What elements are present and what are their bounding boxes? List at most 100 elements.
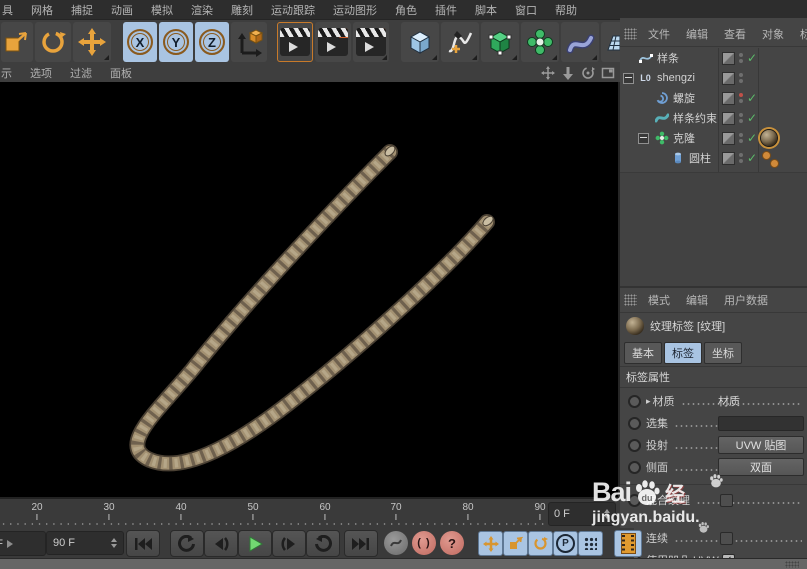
deformer-button[interactable] xyxy=(561,22,599,62)
am-menu-edit[interactable]: 编辑 xyxy=(678,290,716,310)
viewport-menu-filter[interactable]: 过滤 xyxy=(61,64,101,82)
keyframe-circle-icon[interactable] xyxy=(628,493,641,507)
visibility-dots[interactable] xyxy=(739,48,743,68)
side-dropdown[interactable]: 双面 xyxy=(718,458,804,476)
pan-view-icon[interactable] xyxy=(540,65,556,81)
object-manager-empty-area[interactable] xyxy=(620,172,807,287)
menu-mesh[interactable]: 网格 xyxy=(22,0,62,20)
key-rotation-toggle[interactable] xyxy=(528,531,553,556)
tree-item-spline[interactable]: 样条 ✓ xyxy=(620,48,807,68)
keyframe-circle-icon[interactable] xyxy=(628,394,641,408)
drag-handle-icon[interactable] xyxy=(624,294,637,306)
spline-pen-button[interactable] xyxy=(441,22,479,62)
visibility-dots[interactable] xyxy=(739,88,743,108)
toggle-view-icon[interactable] xyxy=(600,65,616,81)
subdivision-surface-button[interactable] xyxy=(481,22,519,62)
visibility-dots[interactable] xyxy=(739,128,743,148)
enable-check-icon[interactable]: ✓ xyxy=(747,88,757,108)
key-scale-toggle[interactable] xyxy=(503,531,528,556)
resize-grip-icon[interactable] xyxy=(785,561,799,568)
coordinate-system-button[interactable] xyxy=(231,22,267,62)
previous-key-button[interactable] xyxy=(170,530,204,557)
render-view-button[interactable] xyxy=(277,22,313,62)
layer-color-chip[interactable] xyxy=(722,88,735,108)
filmstrip-button[interactable] xyxy=(614,530,642,557)
mix-textures-checkbox[interactable] xyxy=(720,493,733,507)
om-menu-edit[interactable]: 编辑 xyxy=(678,24,716,44)
menu-window[interactable]: 窗口 xyxy=(506,0,546,20)
floor-environment-button[interactable] xyxy=(601,22,620,62)
layer-color-chip[interactable] xyxy=(722,108,735,128)
axis-lock-z-button[interactable]: Z xyxy=(195,22,229,62)
layer-color-chip[interactable] xyxy=(722,68,735,88)
om-menu-tags[interactable]: 标签 xyxy=(792,24,807,44)
enable-check-icon[interactable]: ✓ xyxy=(747,148,757,168)
layer-color-chip[interactable] xyxy=(722,128,735,148)
axis-lock-x-button[interactable]: X xyxy=(123,22,157,62)
rotate-tool-button[interactable] xyxy=(35,22,71,62)
menu-character[interactable]: 角色 xyxy=(386,0,426,20)
menu-sculpt[interactable]: 雕刻 xyxy=(222,0,262,20)
menu-help[interactable]: 帮助 xyxy=(546,0,586,20)
rotate-view-icon[interactable] xyxy=(580,65,596,81)
phong-tag-icon[interactable] xyxy=(762,151,771,160)
range-end-field[interactable]: 90 F xyxy=(46,531,124,555)
am-menu-userdata[interactable]: 用户数据 xyxy=(716,290,776,310)
menu-tools[interactable]: 具 xyxy=(0,0,22,20)
move-tool-button[interactable] xyxy=(73,22,111,62)
visibility-dots[interactable] xyxy=(739,68,743,88)
menu-simulate[interactable]: 模拟 xyxy=(142,0,182,20)
menu-script[interactable]: 脚本 xyxy=(466,0,506,20)
om-menu-objects[interactable]: 对象 xyxy=(754,24,792,44)
timeline-ruler[interactable]: 20 30 40 50 60 70 80 90 xyxy=(0,499,552,530)
material-link-value[interactable]: 材质 xyxy=(718,393,804,409)
key-pla-toggle[interactable] xyxy=(578,531,603,556)
range-end-field-clipped[interactable]: 90 F xyxy=(0,531,46,556)
keyframe-circle-icon[interactable] xyxy=(628,438,641,452)
am-menu-mode[interactable]: 模式 xyxy=(640,290,678,310)
tab-basic[interactable]: 基本 xyxy=(624,342,662,364)
menu-plugins[interactable]: 插件 xyxy=(426,0,466,20)
current-frame-field[interactable]: 0 F xyxy=(548,502,616,526)
keyframe-circle-icon[interactable] xyxy=(628,416,641,430)
tree-item-cloner[interactable]: 克隆 ✓ xyxy=(620,128,807,148)
menu-animate[interactable]: 动画 xyxy=(102,0,142,20)
play-button[interactable] xyxy=(238,530,272,557)
key-parameter-toggle[interactable]: P xyxy=(553,531,578,556)
menu-snap[interactable]: 捕捉 xyxy=(62,0,102,20)
seamless-checkbox[interactable] xyxy=(720,531,733,545)
tree-item-spline-wrap[interactable]: 样条约束 ✓ xyxy=(620,108,807,128)
go-to-end-button[interactable] xyxy=(344,530,378,557)
drag-handle-icon[interactable] xyxy=(624,28,637,40)
tree-item-helix[interactable]: 螺旋 ✓ xyxy=(620,88,807,108)
go-to-start-button[interactable] xyxy=(126,530,160,557)
visibility-dots[interactable] xyxy=(739,148,743,168)
menu-motion-tracker[interactable]: 运动跟踪 xyxy=(262,0,324,20)
stepper-icon[interactable] xyxy=(111,538,117,548)
viewport-menu-options[interactable]: 选项 xyxy=(21,64,61,82)
stepper-icon[interactable] xyxy=(604,509,610,519)
viewport-menu-display[interactable]: 示 xyxy=(0,64,21,82)
axis-lock-y-button[interactable]: Y xyxy=(159,22,193,62)
autokey-button[interactable]: ( ) xyxy=(412,531,436,555)
visibility-dots[interactable] xyxy=(739,108,743,128)
enable-check-icon[interactable]: ✓ xyxy=(747,108,757,128)
collapse-expander-icon[interactable] xyxy=(638,133,649,144)
projection-dropdown[interactable]: UVW 贴图 xyxy=(718,436,804,454)
tree-item-cylinder[interactable]: 圆柱 ✓ xyxy=(620,148,807,168)
key-position-toggle[interactable] xyxy=(478,531,503,556)
expand-arrow-icon[interactable]: ▸ xyxy=(646,396,651,407)
render-settings-button[interactable] xyxy=(353,22,389,62)
collapse-expander-icon[interactable] xyxy=(623,73,634,84)
om-menu-file[interactable]: 文件 xyxy=(640,24,678,44)
scale-tool-button[interactable] xyxy=(1,22,33,62)
selection-input[interactable] xyxy=(718,415,804,431)
zoom-view-icon[interactable] xyxy=(560,65,576,81)
tab-tag[interactable]: 标签 xyxy=(664,342,702,364)
previous-frame-button[interactable] xyxy=(204,530,238,557)
render-to-picture-viewer-button[interactable] xyxy=(315,22,351,62)
keyframe-selection-button[interactable]: ? xyxy=(440,531,464,555)
keyframe-circle-icon[interactable] xyxy=(628,460,641,474)
enable-check-icon[interactable]: ✓ xyxy=(747,128,757,148)
rope-object[interactable] xyxy=(0,82,618,497)
